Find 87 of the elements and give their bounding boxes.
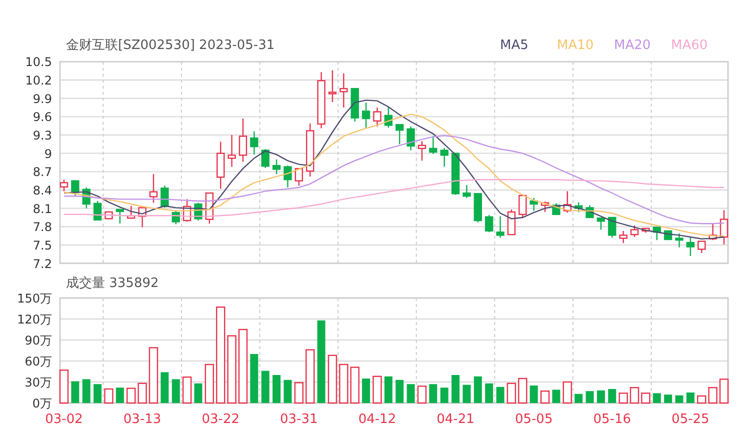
candlestick xyxy=(608,216,616,238)
candlestick xyxy=(406,126,415,150)
candlestick xyxy=(317,72,326,128)
axis-label: 90万 xyxy=(24,334,52,348)
axis-label: 03-13 xyxy=(123,412,162,427)
candlestick xyxy=(384,108,392,128)
axis-label: 04-21 xyxy=(436,412,474,427)
candlestick xyxy=(429,136,438,154)
axis-label: 8.7 xyxy=(32,165,52,180)
axis-label: 04-12 xyxy=(358,412,396,427)
axis-label: 9.6 xyxy=(32,110,52,124)
candlestick xyxy=(440,148,448,167)
candlestick xyxy=(340,73,348,108)
candlestick xyxy=(496,216,504,238)
chart-title: 成交量 335892 xyxy=(66,275,159,292)
axis-label: 03-02 xyxy=(45,412,83,427)
candlestick xyxy=(138,207,146,228)
candlestick xyxy=(261,149,270,168)
candlestick xyxy=(306,123,314,177)
candlestick xyxy=(675,233,684,248)
candlestick xyxy=(373,108,382,126)
candlestick xyxy=(507,210,516,236)
legend-label: MA10 xyxy=(557,38,595,52)
chart-title: 金财互联[SZ002530] 2023-05-31 xyxy=(66,37,275,54)
axis-label: 9.3 xyxy=(32,128,52,142)
axis-label: 10.2 xyxy=(25,74,52,88)
candlestick xyxy=(149,174,158,203)
candlestick xyxy=(630,225,639,238)
candlestick xyxy=(127,206,136,219)
candlestick xyxy=(652,226,661,240)
candlestick xyxy=(451,152,460,195)
candlestick xyxy=(720,210,728,244)
axis-label: 120万 xyxy=(17,312,52,326)
legend-label: MA5 xyxy=(500,38,530,52)
candlestick xyxy=(362,102,370,128)
candlestick xyxy=(160,186,169,208)
candlestick xyxy=(272,159,281,174)
candlestick xyxy=(474,193,482,222)
candlestick xyxy=(116,208,124,224)
axis-label: 8.4 xyxy=(32,184,52,198)
axis-label: 9.9 xyxy=(32,92,52,106)
candlestick xyxy=(82,188,90,208)
axis-label: 8.1 xyxy=(32,202,52,216)
axis-label: 7.2 xyxy=(32,256,52,271)
axis-label: 7.5 xyxy=(32,238,52,252)
axis-label: 05-16 xyxy=(593,412,632,427)
candlestick xyxy=(686,238,695,256)
candlestick xyxy=(172,210,180,224)
candlestick xyxy=(540,202,550,212)
axis-label: 7.8 xyxy=(32,220,52,234)
candlestick xyxy=(642,228,650,233)
axis-label: 30万 xyxy=(24,376,52,390)
candlestick xyxy=(698,240,706,253)
candlestick xyxy=(418,141,426,161)
axis-label: 60万 xyxy=(24,354,52,368)
axis-label: 9 xyxy=(44,146,52,161)
candlestick xyxy=(93,200,102,221)
axis-label: 03-31 xyxy=(280,412,318,427)
candlestick xyxy=(574,202,583,212)
candlestick xyxy=(396,124,404,144)
candlestick xyxy=(284,166,292,188)
candlestick xyxy=(596,218,606,230)
axis-label: 10.5 xyxy=(25,55,52,70)
axis-label: 03-22 xyxy=(202,412,240,427)
candlestick xyxy=(60,180,68,192)
candlestick xyxy=(182,199,192,222)
candlestick xyxy=(619,230,628,244)
candlestick xyxy=(328,70,337,102)
candlestick xyxy=(350,88,359,122)
candlestick xyxy=(228,135,236,167)
axis-label: 05-05 xyxy=(514,412,553,427)
candlestick xyxy=(250,131,258,155)
candlestick xyxy=(708,224,717,240)
candlestick xyxy=(462,185,471,198)
candlestick xyxy=(563,191,572,213)
legend-label: MA60 xyxy=(671,38,709,52)
axis-label: 0万 xyxy=(32,396,52,410)
candlestick xyxy=(530,198,538,211)
candlestick xyxy=(238,118,248,162)
candlestick xyxy=(216,142,225,189)
candlestick xyxy=(71,180,80,196)
candlestick xyxy=(518,194,527,218)
candlestick xyxy=(484,215,494,232)
axis-label: 05-25 xyxy=(672,412,710,427)
candlestick xyxy=(294,168,304,186)
legend-label: MA20 xyxy=(614,38,652,52)
axis-label: 150万 xyxy=(17,292,52,306)
